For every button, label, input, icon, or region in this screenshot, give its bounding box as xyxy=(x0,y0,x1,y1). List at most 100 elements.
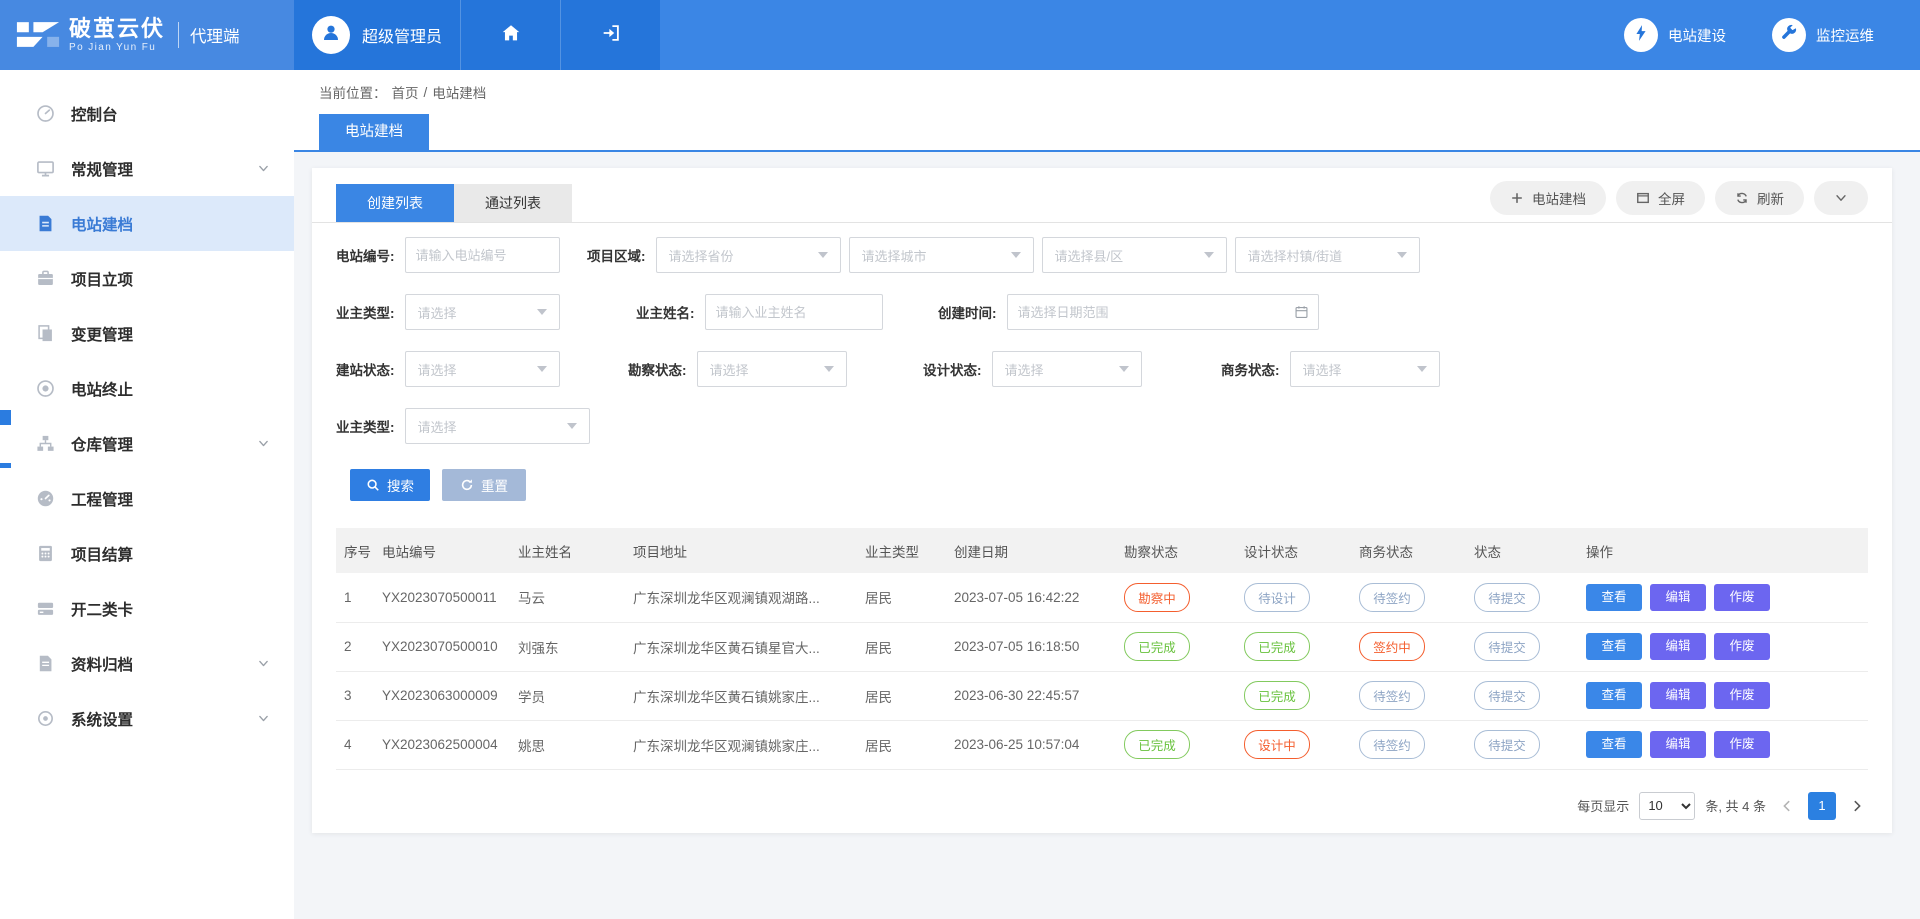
sidebar-item-label: 资料归档 xyxy=(71,653,257,675)
business-status: 待签约 xyxy=(1351,573,1466,622)
sidebar-item-1[interactable]: 常规管理 xyxy=(0,141,294,196)
date-range-input[interactable] xyxy=(1007,294,1319,330)
design-status-select[interactable]: 请选择 xyxy=(992,351,1142,387)
station-code: YX2023070500010 xyxy=(374,622,510,671)
sidebar-item-5[interactable]: 电站终止 xyxy=(0,361,294,416)
business-status-select[interactable]: 请选择 xyxy=(1290,351,1440,387)
refresh-button[interactable]: 刷新 xyxy=(1715,181,1804,215)
document-icon xyxy=(36,214,55,233)
page-number-button[interactable]: 1 xyxy=(1808,792,1836,820)
content-card: 创建列表 通过列表 电站建档 全屏 刷新 xyxy=(312,168,1892,833)
sidebar-scrollbar-mark[interactable] xyxy=(0,463,11,468)
sidebar-item-4[interactable]: 变更管理 xyxy=(0,306,294,361)
topbar-nav-item-0[interactable]: 电站建设 xyxy=(1624,18,1726,52)
topbar-nav-label: 电站建设 xyxy=(1668,25,1726,46)
owner-name: 刘强东 xyxy=(510,622,625,671)
void-button[interactable]: 作废 xyxy=(1714,731,1770,758)
brand-subtitle: Po Jian Yun Fu xyxy=(69,43,165,53)
filter-row-4: 业主类型: 请选择 xyxy=(336,408,1868,444)
row-actions: 查看编辑作废 xyxy=(1578,622,1868,671)
sidebar-item-0[interactable]: 控制台 xyxy=(0,86,294,141)
caret-down-icon xyxy=(1204,252,1214,258)
design-status: 设计中 xyxy=(1236,720,1351,769)
void-button[interactable]: 作废 xyxy=(1714,633,1770,660)
sidebar-item-3[interactable]: 项目立项 xyxy=(0,251,294,306)
city-select[interactable]: 请选择城市 xyxy=(849,237,1034,273)
build-status-label: 建站状态: xyxy=(336,359,395,379)
briefcase-icon xyxy=(36,269,55,288)
sidebar-item-8[interactable]: 项目结算 xyxy=(0,526,294,581)
status-badge: 待提交 xyxy=(1474,681,1540,710)
home-button[interactable] xyxy=(460,0,560,70)
edit-button[interactable]: 编辑 xyxy=(1650,682,1706,709)
void-button[interactable]: 作废 xyxy=(1714,682,1770,709)
filter-owner-type-2: 业主类型: 请选择 xyxy=(336,408,590,444)
topbar-nav-item-1[interactable]: 监控运维 xyxy=(1772,18,1874,52)
filter-row-2: 业主类型: 请选择 业主姓名: 创建时间: xyxy=(336,294,1868,330)
home-icon xyxy=(500,22,522,49)
sidebar-item-7[interactable]: 工程管理 xyxy=(0,471,294,526)
void-button[interactable]: 作废 xyxy=(1714,584,1770,611)
region-label: 项目区域: xyxy=(587,245,646,265)
fullscreen-label: 全屏 xyxy=(1658,188,1685,208)
fullscreen-button[interactable]: 全屏 xyxy=(1616,181,1705,215)
topbar-spacer xyxy=(660,0,1624,70)
view-button[interactable]: 查看 xyxy=(1586,633,1642,660)
topbar: 破茧云伏 Po Jian Yun Fu 代理端 超级管理员 电站建设监控运维 xyxy=(0,0,1920,70)
village-placeholder: 请选择村镇/街道 xyxy=(1248,246,1343,265)
project-address: 广东深圳龙华区观澜镇姚家庄... xyxy=(625,720,857,769)
filter-create-time: 创建时间: xyxy=(938,294,1319,330)
village-select[interactable]: 请选择村镇/街道 xyxy=(1235,237,1420,273)
view-button[interactable]: 查看 xyxy=(1586,584,1642,611)
sidebar-scrollbar-mark[interactable] xyxy=(0,410,11,425)
edit-button[interactable]: 编辑 xyxy=(1650,633,1706,660)
county-select[interactable]: 请选择县/区 xyxy=(1042,237,1227,273)
edit-button[interactable]: 编辑 xyxy=(1650,584,1706,611)
table-body: 1YX2023070500011马云广东深圳龙华区观澜镇观湖路...居民2023… xyxy=(336,573,1868,769)
province-select[interactable]: 请选择省份 xyxy=(656,237,841,273)
reset-button[interactable]: 重置 xyxy=(442,469,526,501)
page-tab[interactable]: 电站建档 xyxy=(319,114,429,150)
sidebar-item-11[interactable]: 系统设置 xyxy=(0,691,294,746)
search-button[interactable]: 搜索 xyxy=(350,469,430,501)
breadcrumb-home[interactable]: 首页 xyxy=(392,82,419,102)
station-code: YX2023063000009 xyxy=(374,671,510,720)
station-code: YX2023070500011 xyxy=(374,573,510,622)
create-station-button[interactable]: 电站建档 xyxy=(1490,181,1606,215)
next-page-button[interactable] xyxy=(1846,799,1868,813)
collapse-button[interactable] xyxy=(1814,181,1868,215)
logout-button[interactable] xyxy=(560,0,660,70)
sidebar-item-label: 变更管理 xyxy=(71,323,270,345)
create-time-label: 创建时间: xyxy=(938,302,997,322)
chevron-down-icon xyxy=(257,162,270,175)
app: 破茧云伏 Po Jian Yun Fu 代理端 超级管理员 电站建设监控运维 控… xyxy=(0,0,1920,919)
sidebar-item-10[interactable]: 资料归档 xyxy=(0,636,294,691)
monitor-icon xyxy=(36,159,55,178)
tab-passed-list[interactable]: 通过列表 xyxy=(454,184,572,222)
breadcrumb: 当前位置： 首页 / 电站建档 xyxy=(294,70,1920,114)
edit-button[interactable]: 编辑 xyxy=(1650,731,1706,758)
row-actions: 查看编辑作废 xyxy=(1578,720,1868,769)
view-button[interactable]: 查看 xyxy=(1586,731,1642,758)
owner-name-input[interactable] xyxy=(705,294,883,330)
build-status-select[interactable]: 请选择 xyxy=(405,351,560,387)
column-header: 项目地址 xyxy=(625,528,857,573)
filter-build-status: 建站状态: 请选择 xyxy=(336,351,560,387)
chevron-down-icon xyxy=(257,437,270,450)
sidebar-item-9[interactable]: 开二类卡 xyxy=(0,581,294,636)
caret-down-icon xyxy=(537,309,547,315)
owner-type-2-select[interactable]: 请选择 xyxy=(405,408,590,444)
sidebar-item-label: 仓库管理 xyxy=(71,433,257,455)
sidebar-item-2[interactable]: 电站建档 xyxy=(0,196,294,251)
owner-type-select[interactable]: 请选择 xyxy=(405,294,560,330)
per-page-select[interactable]: 10 xyxy=(1639,792,1695,820)
user-menu[interactable]: 超级管理员 xyxy=(294,0,460,70)
station-code-input[interactable] xyxy=(405,237,560,273)
tab-create-list[interactable]: 创建列表 xyxy=(336,184,454,222)
owner-type: 居民 xyxy=(857,671,946,720)
survey-status-select[interactable]: 请选择 xyxy=(697,351,847,387)
status-badge: 已完成 xyxy=(1244,681,1310,710)
prev-page-button[interactable] xyxy=(1776,799,1798,813)
view-button[interactable]: 查看 xyxy=(1586,682,1642,709)
sidebar-item-6[interactable]: 仓库管理 xyxy=(0,416,294,471)
